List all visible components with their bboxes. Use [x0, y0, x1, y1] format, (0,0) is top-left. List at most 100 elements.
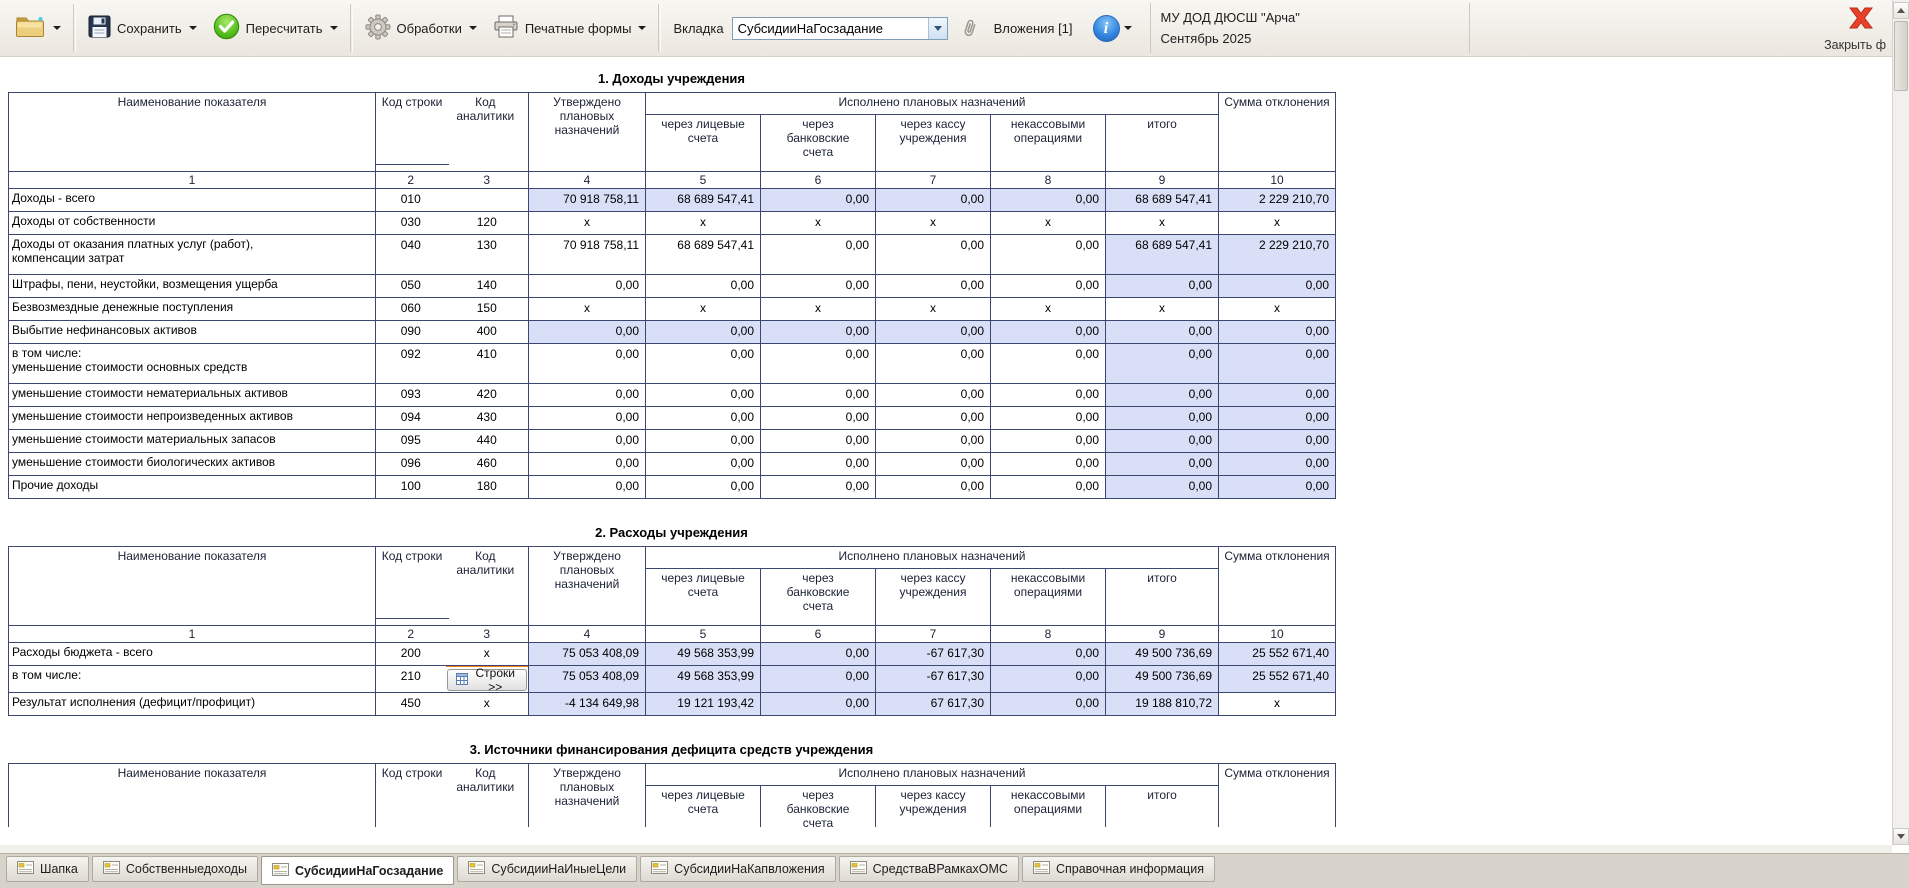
value-cell[interactable]: 0,00: [761, 643, 876, 666]
value-cell[interactable]: x: [529, 298, 646, 321]
value-cell[interactable]: x: [876, 298, 991, 321]
bottom-tab-5[interactable]: СубсидииНаКапвложения: [640, 856, 835, 882]
value-cell[interactable]: 0,00: [991, 453, 1106, 476]
close-form-button[interactable]: Закрыть ф: [1792, 5, 1888, 52]
value-cell[interactable]: 0,00: [646, 321, 761, 344]
value-cell[interactable]: 0,00: [876, 344, 991, 384]
value-cell[interactable]: 0,00: [876, 235, 991, 275]
value-cell[interactable]: 0,00: [876, 453, 991, 476]
strings-button[interactable]: Строки >>: [447, 669, 528, 691]
value-cell[interactable]: 0,00: [761, 430, 876, 453]
value-cell[interactable]: 49 568 353,99: [646, 643, 761, 666]
scrollbar-thumb[interactable]: [1894, 21, 1908, 91]
value-cell[interactable]: 0,00: [991, 189, 1106, 212]
value-cell[interactable]: 75 053 408,09: [529, 666, 646, 693]
value-cell[interactable]: x: [1219, 693, 1336, 716]
value-cell[interactable]: 75 053 408,09: [529, 643, 646, 666]
value-cell[interactable]: 25 552 671,40: [1219, 643, 1336, 666]
tab-select[interactable]: СубсидииНаГосзадание: [732, 17, 948, 40]
save-button[interactable]: Сохранить: [80, 6, 205, 50]
value-cell[interactable]: x: [761, 212, 876, 235]
value-cell[interactable]: 0,00: [991, 643, 1106, 666]
vertical-scrollbar[interactable]: [1892, 0, 1909, 845]
value-cell[interactable]: 67 617,30: [876, 693, 991, 716]
scroll-down-button[interactable]: [1893, 828, 1909, 845]
value-cell[interactable]: 0,00: [646, 453, 761, 476]
value-cell[interactable]: x: [1219, 298, 1336, 321]
value-cell[interactable]: 0,00: [761, 189, 876, 212]
info-button[interactable]: [1093, 15, 1132, 42]
value-cell[interactable]: 0,00: [876, 384, 991, 407]
value-cell[interactable]: 0,00: [529, 344, 646, 384]
value-cell[interactable]: -67 617,30: [876, 666, 991, 693]
value-cell[interactable]: 49 500 736,69: [1106, 643, 1219, 666]
value-cell[interactable]: 0,00: [1219, 453, 1336, 476]
value-cell[interactable]: 0,00: [1219, 476, 1336, 499]
open-button[interactable]: [6, 6, 69, 50]
value-cell[interactable]: x: [646, 212, 761, 235]
value-cell[interactable]: 70 918 758,11: [529, 189, 646, 212]
value-cell[interactable]: 0,00: [991, 666, 1106, 693]
value-cell[interactable]: 0,00: [529, 321, 646, 344]
value-cell[interactable]: 68 689 547,41: [646, 189, 761, 212]
value-cell[interactable]: 0,00: [529, 275, 646, 298]
print-forms-button[interactable]: Печатные формы: [485, 6, 655, 50]
value-cell[interactable]: 0,00: [529, 476, 646, 499]
value-cell[interactable]: 0,00: [646, 476, 761, 499]
bottom-tab-2[interactable]: Собственныедоходы: [92, 856, 258, 882]
value-cell[interactable]: 0,00: [761, 453, 876, 476]
value-cell[interactable]: x: [646, 298, 761, 321]
value-cell[interactable]: 19 121 193,42: [646, 693, 761, 716]
value-cell[interactable]: 0,00: [1106, 344, 1219, 384]
value-cell[interactable]: 0,00: [761, 344, 876, 384]
bottom-tab-4[interactable]: СубсидииНаИныеЦели: [457, 856, 637, 882]
value-cell[interactable]: 0,00: [1219, 430, 1336, 453]
value-cell[interactable]: 0,00: [991, 321, 1106, 344]
value-cell[interactable]: x: [1106, 298, 1219, 321]
value-cell[interactable]: 0,00: [876, 321, 991, 344]
value-cell[interactable]: 68 689 547,41: [1106, 235, 1219, 275]
value-cell[interactable]: 0,00: [1106, 430, 1219, 453]
value-cell[interactable]: 49 568 353,99: [646, 666, 761, 693]
value-cell[interactable]: 0,00: [761, 384, 876, 407]
value-cell[interactable]: 0,00: [646, 407, 761, 430]
value-cell[interactable]: 0,00: [761, 666, 876, 693]
value-cell[interactable]: 0,00: [991, 476, 1106, 499]
value-cell[interactable]: 0,00: [761, 476, 876, 499]
value-cell[interactable]: 2 229 210,70: [1219, 235, 1336, 275]
value-cell[interactable]: 0,00: [1219, 321, 1336, 344]
bottom-tab-7[interactable]: Справочная информация: [1022, 856, 1215, 882]
value-cell[interactable]: 0,00: [876, 189, 991, 212]
value-cell[interactable]: 0,00: [1106, 476, 1219, 499]
value-cell[interactable]: 0,00: [529, 407, 646, 430]
bottom-tab-1[interactable]: Шапка: [6, 856, 89, 882]
value-cell[interactable]: 0,00: [1219, 344, 1336, 384]
value-cell[interactable]: x: [529, 212, 646, 235]
value-cell[interactable]: 0,00: [1106, 275, 1219, 298]
value-cell[interactable]: 0,00: [1106, 321, 1219, 344]
value-cell[interactable]: 0,00: [991, 344, 1106, 384]
recalculate-button[interactable]: Пересчитать: [205, 6, 346, 50]
value-cell[interactable]: 0,00: [1219, 384, 1336, 407]
value-cell[interactable]: 0,00: [991, 235, 1106, 275]
value-cell[interactable]: 0,00: [1219, 275, 1336, 298]
value-cell[interactable]: 49 500 736,69: [1106, 666, 1219, 693]
value-cell[interactable]: 0,00: [761, 693, 876, 716]
bottom-tab-3[interactable]: СубсидииНаГосзадание: [261, 856, 454, 885]
value-cell[interactable]: 0,00: [991, 407, 1106, 430]
value-cell[interactable]: x: [991, 212, 1106, 235]
value-cell[interactable]: 68 689 547,41: [646, 235, 761, 275]
value-cell[interactable]: x: [876, 212, 991, 235]
processing-button[interactable]: Обработки: [357, 6, 485, 50]
value-cell[interactable]: 0,00: [529, 430, 646, 453]
value-cell[interactable]: x: [1219, 212, 1336, 235]
value-cell[interactable]: x: [991, 298, 1106, 321]
value-cell[interactable]: 0,00: [876, 430, 991, 453]
value-cell[interactable]: 0,00: [991, 275, 1106, 298]
value-cell[interactable]: 0,00: [876, 275, 991, 298]
value-cell[interactable]: 0,00: [646, 430, 761, 453]
value-cell[interactable]: 19 188 810,72: [1106, 693, 1219, 716]
bottom-tab-6[interactable]: СредстваВРамкахОМС: [839, 856, 1019, 882]
value-cell[interactable]: 0,00: [761, 235, 876, 275]
value-cell[interactable]: x: [761, 298, 876, 321]
